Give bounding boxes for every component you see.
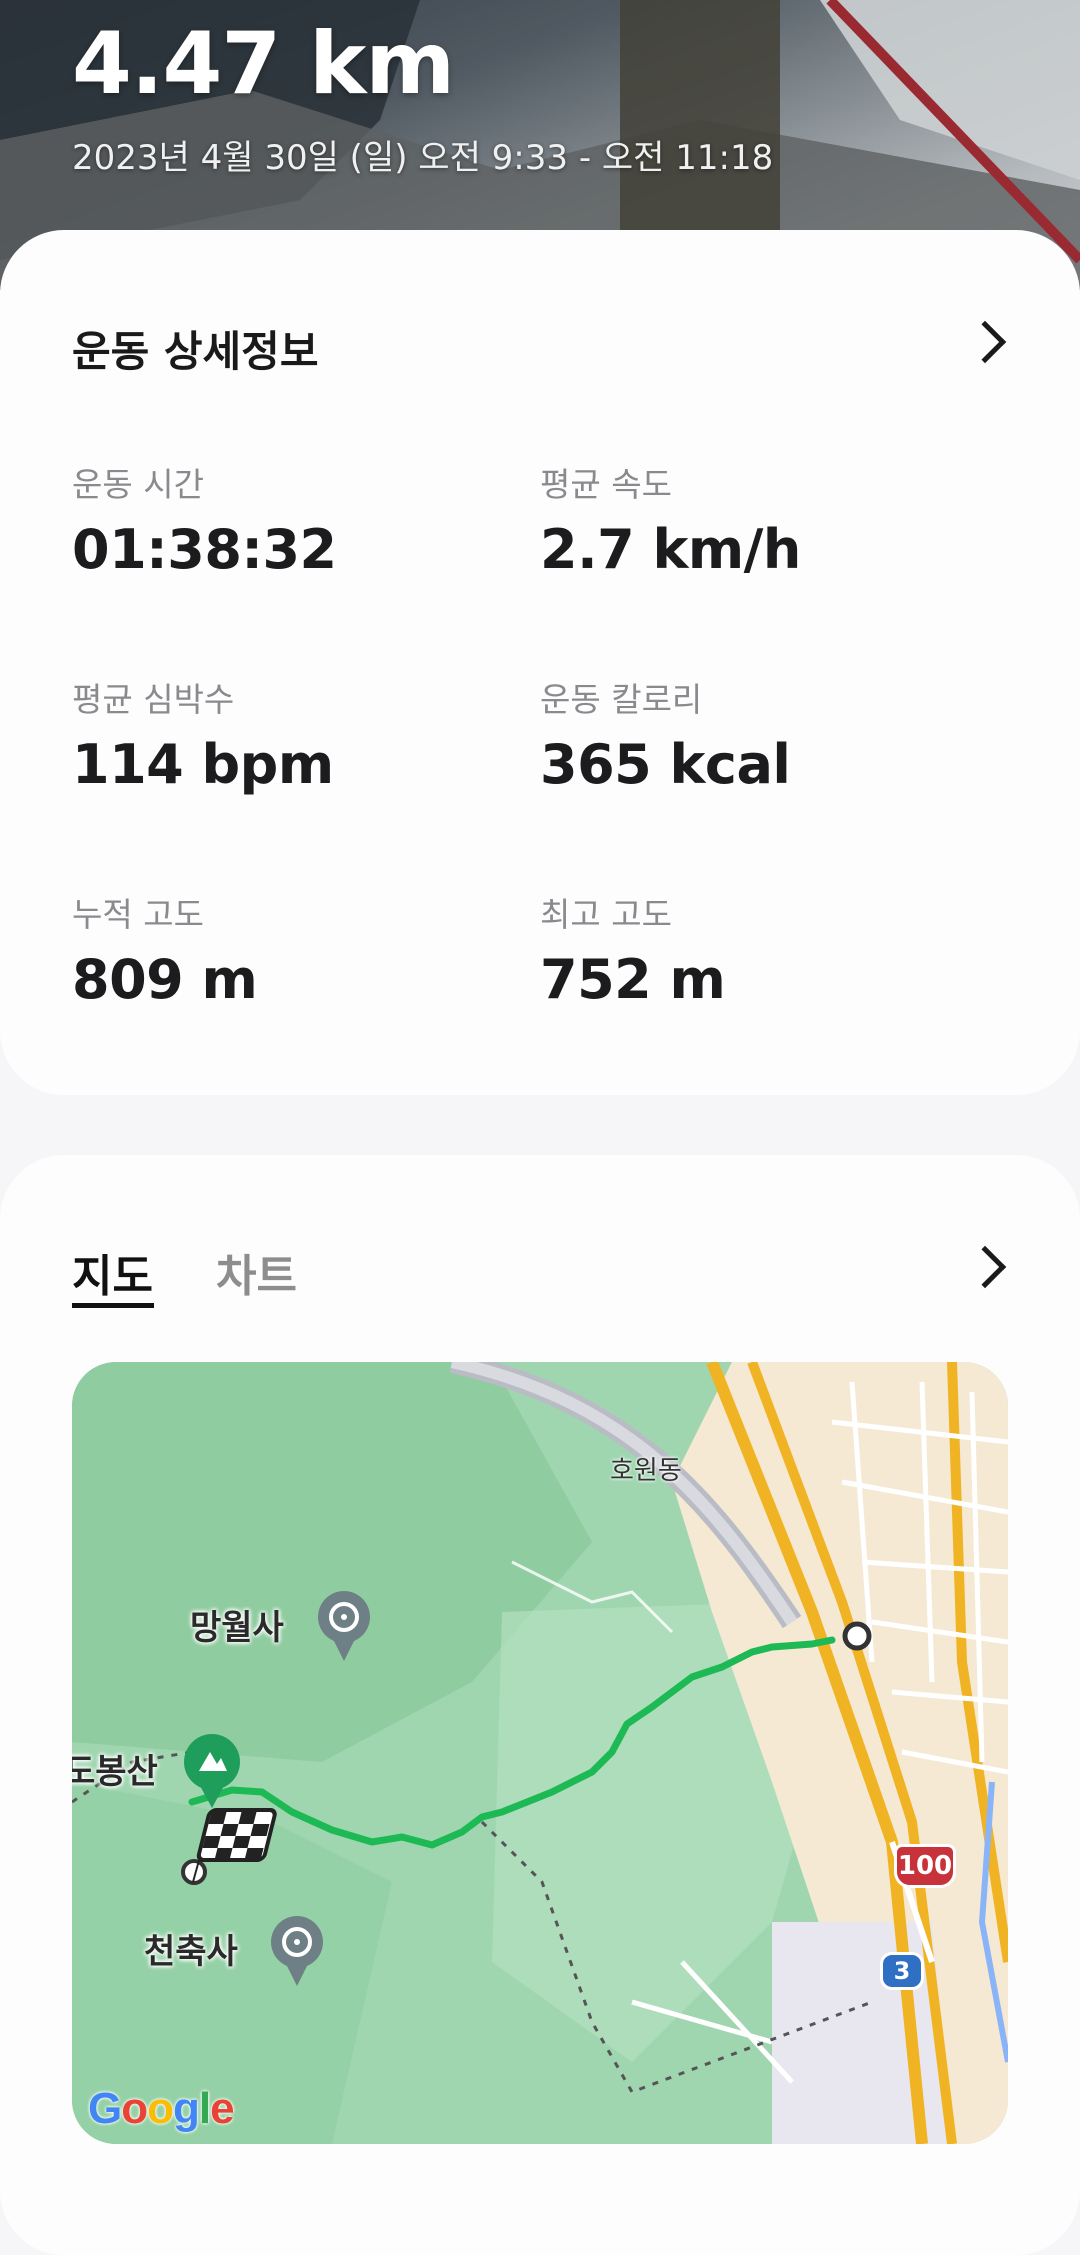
- stat-value: 2.7 km/h: [540, 518, 801, 581]
- google-logo: Google: [88, 2084, 235, 2133]
- stat-label: 운동 시간: [72, 465, 204, 504]
- highway-shield-icon: 100: [894, 1844, 956, 1888]
- route-map[interactable]: 호원동 망월사 도봉산 천축사 100 3 Google: [72, 1362, 1008, 2144]
- total-distance: 4.47 km: [72, 14, 455, 114]
- stat-duration: 운동 시간 01:38:32: [72, 458, 337, 581]
- stat-value: 01:38:32: [72, 518, 337, 581]
- stat-label: 최고 고도: [540, 895, 672, 934]
- active-tab-indicator: [72, 1303, 154, 1308]
- national-road-shield-icon: 3: [880, 1952, 924, 1990]
- map-graphic: [72, 1362, 1008, 2144]
- stat-cumulative-elevation: 누적 고도 809 m: [72, 888, 258, 1011]
- tab-map[interactable]: 지도: [72, 1240, 153, 1304]
- stat-calories: 운동 칼로리 365 kcal: [540, 673, 791, 796]
- stat-label: 운동 칼로리: [540, 680, 703, 719]
- map-label-hoewon: 호원동: [610, 1456, 682, 1486]
- chevron-right-icon[interactable]: [963, 1245, 1007, 1289]
- stat-value: 752 m: [540, 948, 726, 1011]
- chevron-right-icon[interactable]: [963, 320, 1007, 364]
- stat-max-elevation: 최고 고도 752 m: [540, 888, 726, 1011]
- stat-label: 평균 속도: [540, 465, 672, 504]
- stat-avg-heart-rate: 평균 심박수 114 bpm: [72, 673, 334, 796]
- workout-details-card[interactable]: 운동 상세정보 운동 시간 01:38:32 평균 속도 2.7 km/h 평균…: [0, 230, 1080, 1095]
- map-label-cheonchuksa: 천축사: [144, 1932, 238, 1972]
- workout-datetime: 2023년 4월 30일 (일) 오전 9:33 - 오전 11:18: [72, 138, 774, 178]
- stat-label: 평균 심박수: [72, 680, 235, 719]
- national-road-shield-number: 3: [893, 1957, 911, 1985]
- tab-chart[interactable]: 차트: [216, 1240, 297, 1304]
- stat-value: 365 kcal: [540, 733, 791, 796]
- map-card: 지도 차트 호원동 망월사 도봉산 천축사 100 3 Google: [0, 1155, 1080, 2255]
- stat-value: 114 bpm: [72, 733, 334, 796]
- map-label-dobongsan: 도봉산: [72, 1752, 158, 1792]
- stat-avg-speed: 평균 속도 2.7 km/h: [540, 458, 801, 581]
- map-label-mangwolsa: 망월사: [190, 1608, 284, 1648]
- highway-shield-number: 100: [897, 1851, 953, 1881]
- stat-value: 809 m: [72, 948, 258, 1011]
- details-title: 운동 상세정보: [72, 327, 319, 376]
- stat-label: 누적 고도: [72, 895, 204, 934]
